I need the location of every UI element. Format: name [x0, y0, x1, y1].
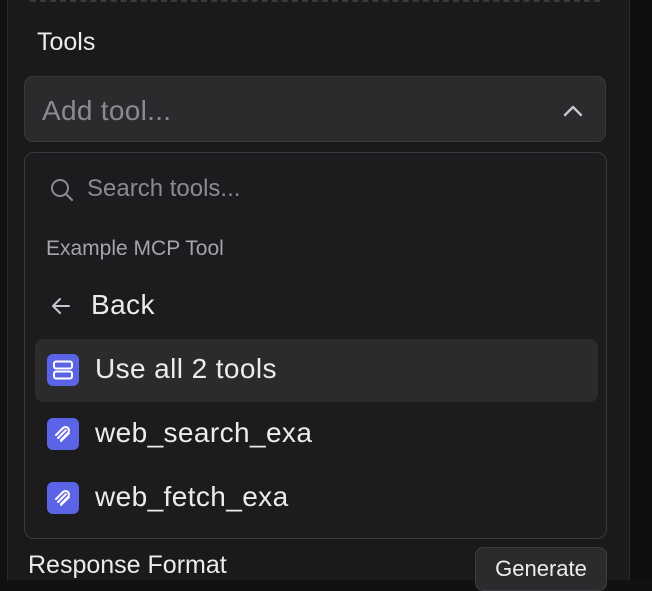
generate-button[interactable]: Generate — [475, 547, 607, 591]
group-label: Example MCP Tool — [46, 237, 224, 260]
chevron-up-icon — [563, 105, 583, 117]
scrollbar-track[interactable] — [630, 0, 652, 580]
arrow-left-icon — [52, 298, 70, 314]
tool-item-label: web_search_exa — [95, 417, 313, 448]
tool-dropdown-menu: Example MCP Tool Back Use all 2 tools we… — [24, 152, 607, 539]
tool-item-web-fetch-exa[interactable]: web_fetch_exa — [35, 467, 598, 530]
tool-icon — [47, 482, 79, 514]
search-row — [25, 153, 606, 225]
tool-item-web-search-exa[interactable]: web_search_exa — [35, 403, 598, 466]
add-tool-placeholder: Add tool... — [42, 95, 172, 126]
search-tools-input[interactable] — [87, 169, 567, 209]
use-all-tools-item[interactable]: Use all 2 tools — [35, 339, 598, 402]
tools-section-label: Tools — [37, 28, 96, 56]
response-format-label: Response Format — [28, 551, 227, 579]
use-all-tools-label: Use all 2 tools — [95, 353, 277, 384]
back-label: Back — [91, 289, 155, 320]
tool-item-label: web_fetch_exa — [95, 481, 289, 512]
tool-icon — [47, 418, 79, 450]
search-icon — [51, 179, 73, 201]
back-menu-item[interactable]: Back — [35, 275, 598, 338]
server-stack-icon — [47, 354, 79, 386]
add-tool-select[interactable]: Add tool... — [24, 76, 606, 142]
dashed-divider — [30, 0, 600, 5]
